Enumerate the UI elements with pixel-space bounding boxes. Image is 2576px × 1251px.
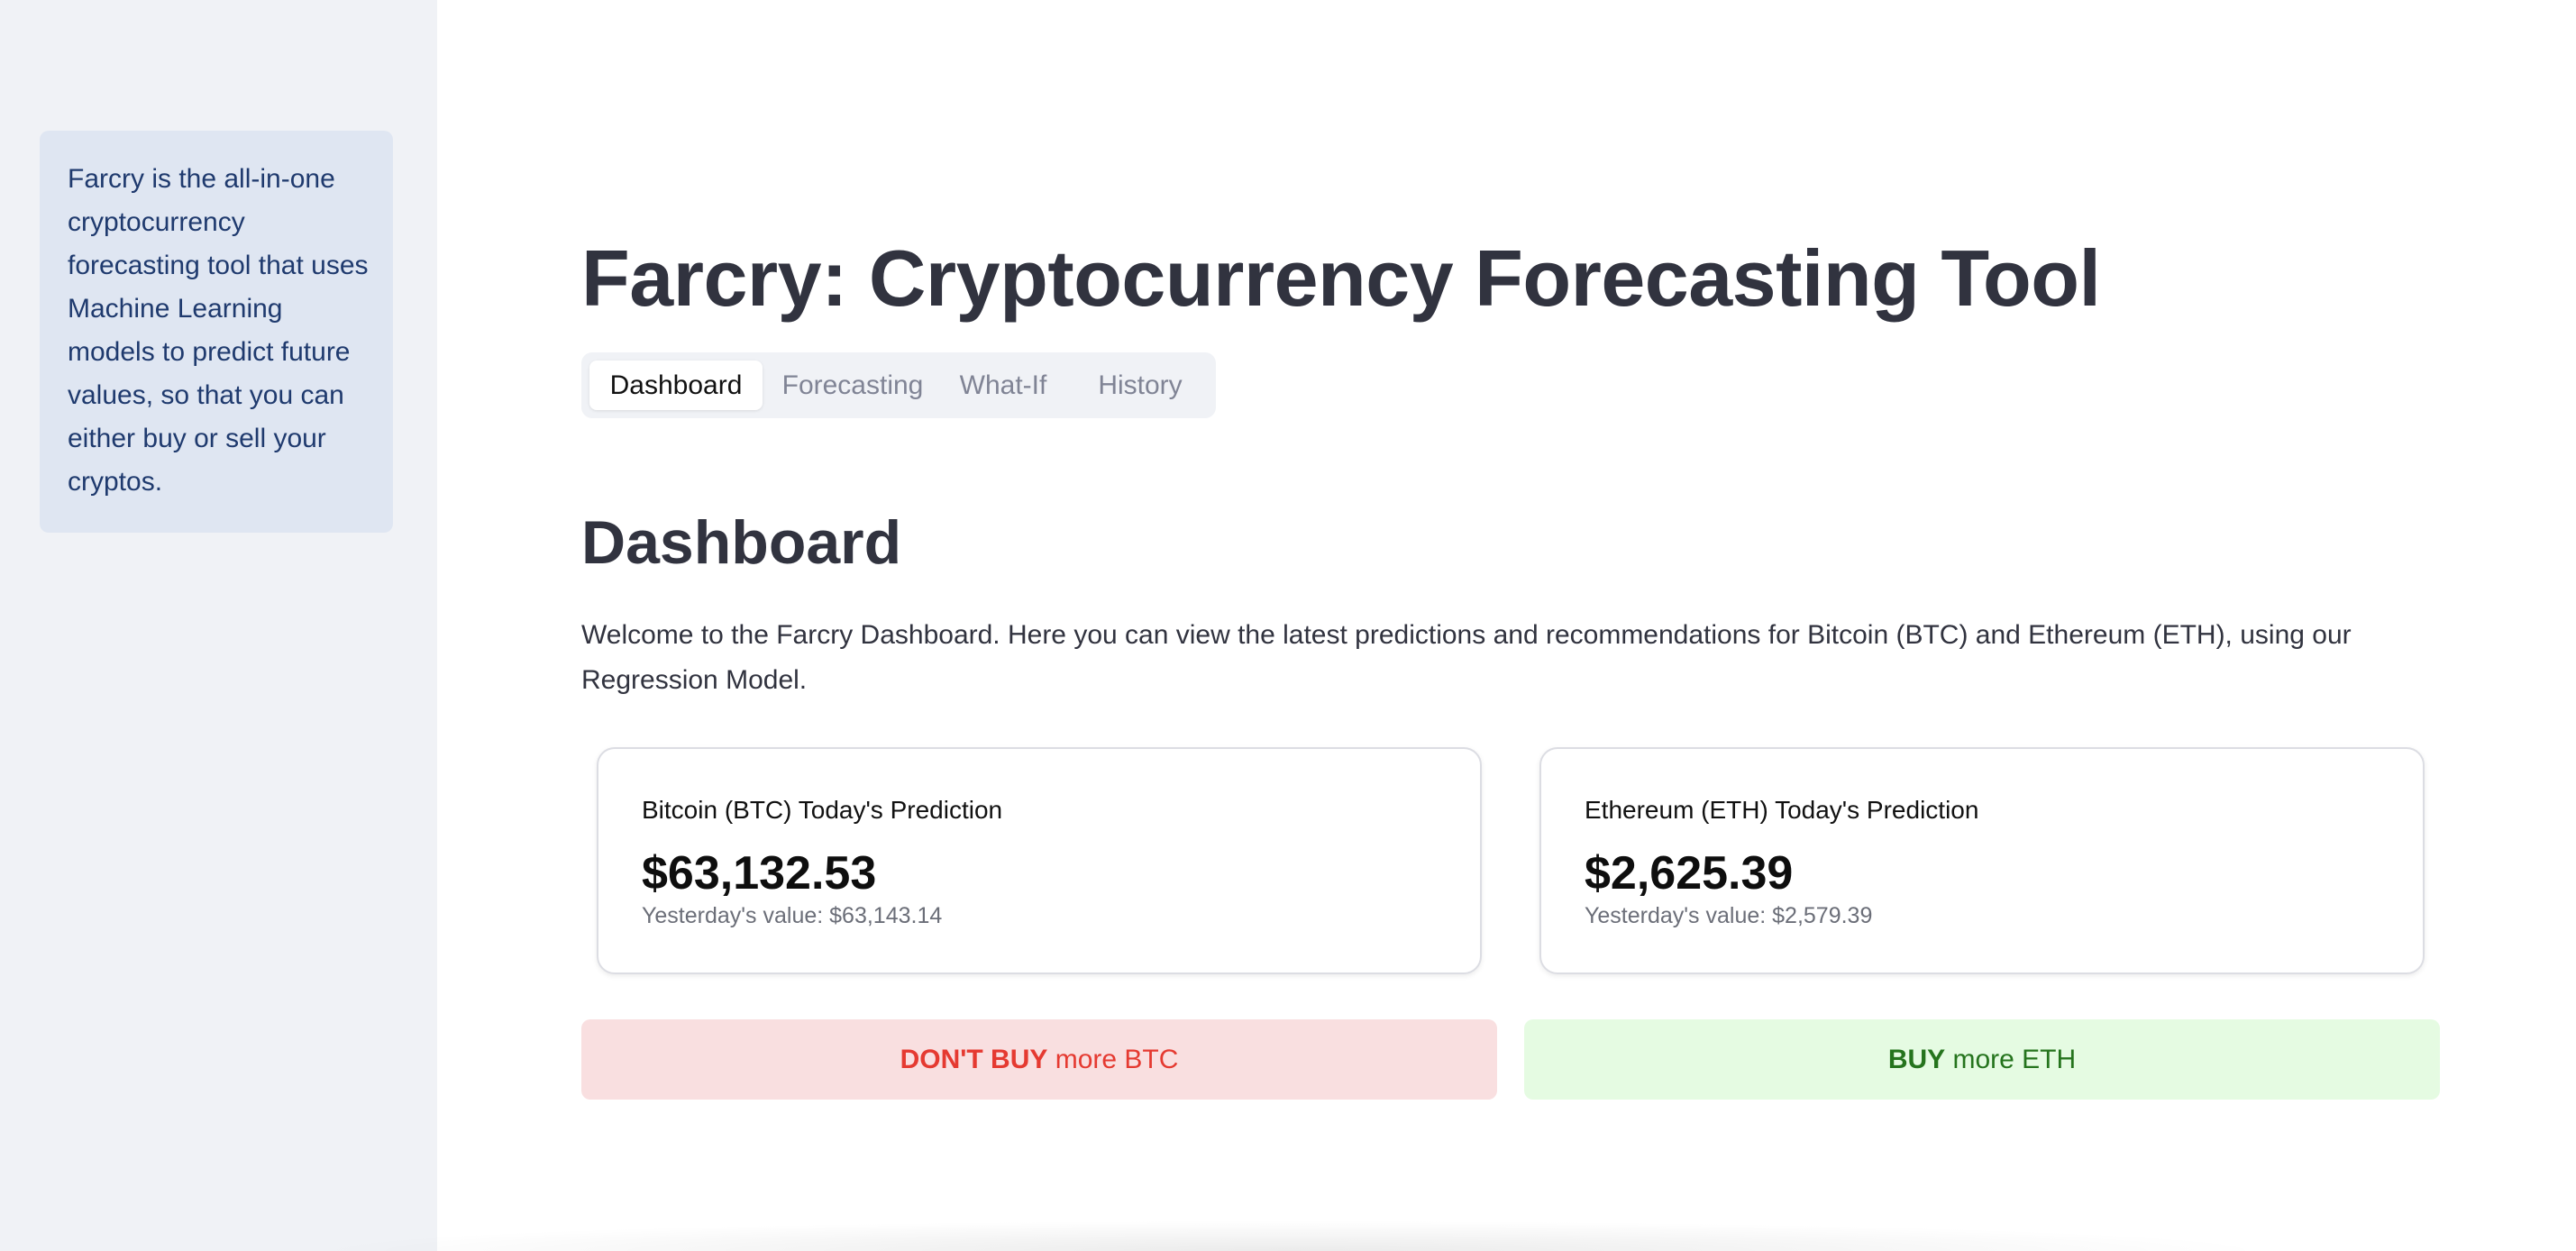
btc-recommendation-action: DON'T BUY xyxy=(900,1045,1048,1074)
eth-recommendation-text: more ETH xyxy=(1945,1045,2077,1074)
tab-bar: Dashboard Forecasting What-If History xyxy=(581,352,1216,418)
btc-yesterday-value: Yesterday's value: $63,143.14 xyxy=(642,903,943,928)
section-heading: Dashboard xyxy=(581,508,902,577)
eth-prediction-card: Ethereum (ETH) Today's Prediction $2,625… xyxy=(1539,747,2425,974)
app: Farcry is the all-in-one cryptocurrency … xyxy=(0,0,2576,1251)
eth-recommendation-action: BUY xyxy=(1887,1045,1946,1074)
tab-what-if[interactable]: What-If xyxy=(941,361,1065,410)
tab-dashboard[interactable]: Dashboard xyxy=(589,361,763,410)
eth-card-label: Ethereum (ETH) Today's Prediction xyxy=(1585,796,1979,824)
main-content: Farcry: Cryptocurrency Forecasting Tool … xyxy=(437,0,2576,1251)
eth-predicted-value: $2,625.39 xyxy=(1585,847,1794,899)
page-title: Farcry: Cryptocurrency Forecasting Tool xyxy=(581,233,2101,323)
tab-forecasting[interactable]: Forecasting xyxy=(772,361,934,410)
btc-recommendation-text: more BTC xyxy=(1047,1045,1179,1074)
btc-prediction-card: Bitcoin (BTC) Today's Prediction $63,132… xyxy=(597,747,1482,974)
eth-yesterday-value: Yesterday's value: $2,579.39 xyxy=(1585,903,1873,928)
btc-card-label: Bitcoin (BTC) Today's Prediction xyxy=(642,796,1003,824)
intro-text: Welcome to the Farcry Dashboard. Here yo… xyxy=(581,620,2352,695)
eth-recommendation: BUY more ETH xyxy=(1524,1019,2440,1100)
sidebar: Farcry is the all-in-one cryptocurrency … xyxy=(0,0,437,1251)
btc-predicted-value: $63,132.53 xyxy=(642,847,877,899)
btc-recommendation: DON'T BUY more BTC xyxy=(581,1019,1497,1100)
sidebar-info-box: Farcry is the all-in-one cryptocurrency … xyxy=(40,131,393,533)
tab-history[interactable]: History xyxy=(1073,361,1208,410)
